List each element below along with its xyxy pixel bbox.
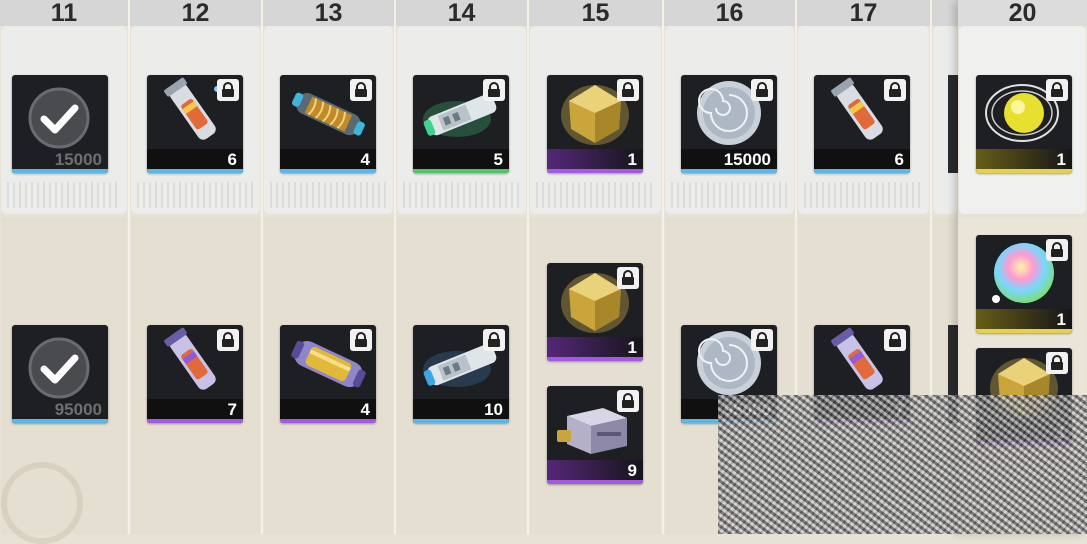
lock-icon (751, 329, 773, 351)
wave-decoration (671, 182, 788, 208)
reward-quantity: 7 (227, 400, 237, 419)
reward-slot-prism-orb[interactable]: 1 (976, 235, 1072, 333)
day-label: 20 (958, 0, 1087, 26)
reward-quantity: 95000 (54, 400, 102, 419)
reward-slot-capsule[interactable]: 4 (280, 325, 376, 423)
lock-icon (884, 329, 906, 351)
reward-slot-cylinder[interactable]: 5 (413, 75, 509, 173)
wave-decoration (270, 182, 387, 208)
day-column-13: 13 4 4 (263, 0, 394, 534)
reward-quantity: 6 (227, 150, 237, 169)
reward-slot-claimed[interactable]: 15000 (12, 75, 108, 173)
reward-slot-vial[interactable]: 6 (814, 75, 910, 173)
lock-icon (217, 79, 239, 101)
reward-quantity: 1 (627, 150, 637, 169)
day-label: 17 (797, 0, 930, 26)
day-column-12: 12 6 7 (130, 0, 261, 534)
reward-quantity: 1 (1056, 310, 1066, 329)
lock-icon (617, 79, 639, 101)
lock-icon (751, 79, 773, 101)
day-label: 15 (529, 0, 662, 26)
wave-decoration (804, 182, 923, 208)
reward-slot-orb[interactable]: 1 (976, 75, 1072, 173)
reward-slot-vial[interactable]: 6 (147, 75, 243, 173)
reward-slot-crystal[interactable]: 1 (547, 75, 643, 173)
day-label: 16 (664, 0, 795, 26)
wave-decoration (536, 182, 655, 208)
reward-slot-crystal[interactable]: 1 (547, 263, 643, 361)
reward-quantity: 6 (894, 150, 904, 169)
reward-slot-vial[interactable]: 7 (147, 325, 243, 423)
day-label: 12 (130, 0, 261, 26)
lock-icon (1046, 239, 1068, 261)
lock-icon (617, 267, 639, 289)
reward-slot-capsule[interactable]: 4 (280, 75, 376, 173)
day-label: 11 (0, 0, 128, 26)
reward-quantity: 5 (493, 150, 503, 169)
ring-decoration (1, 462, 83, 544)
checkmark-icon (28, 337, 90, 399)
day-label: 13 (263, 0, 394, 26)
day-label-hidden (932, 0, 958, 26)
noise-overlay (718, 395, 1087, 534)
lock-icon (1046, 79, 1068, 101)
lock-icon (483, 79, 505, 101)
day-column-14: 14 5 10 (396, 0, 527, 534)
reward-quantity: 1 (1056, 150, 1066, 169)
reward-slot-coin[interactable]: 15000 (681, 75, 777, 173)
lock-icon (350, 79, 372, 101)
reward-slot-cylinder[interactable]: 10 (413, 325, 509, 423)
lock-icon (617, 390, 639, 412)
day-label: 14 (396, 0, 527, 26)
day-column-15: 15 1 1 9 (529, 0, 662, 534)
reward-quantity: 10 (484, 400, 503, 419)
reward-quantity: 4 (360, 150, 370, 169)
wave-decoration (137, 182, 254, 208)
wave-decoration (403, 182, 520, 208)
checkmark-icon (28, 87, 90, 149)
lock-icon (483, 329, 505, 351)
reward-slot-claimed[interactable]: 95000 (12, 325, 108, 423)
reward-slot-edge (948, 75, 958, 173)
lock-icon (1046, 352, 1068, 374)
reward-quantity: 15000 (54, 150, 102, 169)
reward-quantity: 1 (627, 338, 637, 357)
reward-slot-crate[interactable]: 9 (547, 386, 643, 484)
reward-quantity: 4 (360, 400, 370, 419)
reward-quantity: 9 (627, 461, 637, 480)
day-column-11: 11 15000 95000 (0, 0, 128, 544)
lock-icon (350, 329, 372, 351)
wave-decoration (7, 182, 121, 208)
lock-icon (217, 329, 239, 351)
lock-icon (884, 79, 906, 101)
reward-quantity: 15000 (723, 150, 771, 169)
